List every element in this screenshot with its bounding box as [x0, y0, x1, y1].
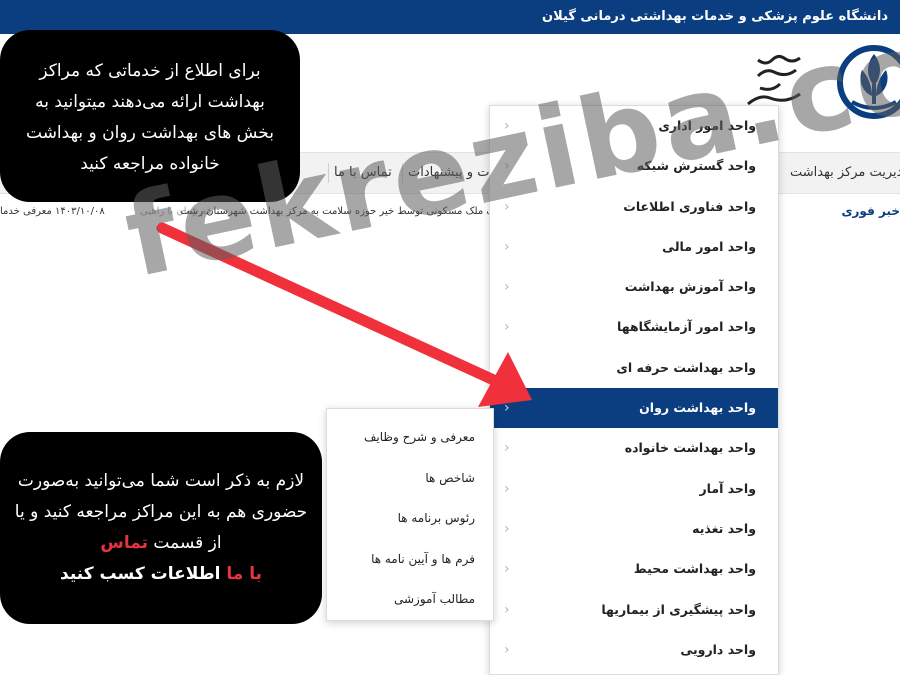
menu-item-unit[interactable]: واحد آمار ‹	[490, 469, 778, 509]
university-top-bar: دانشگاه علوم پزشکی و خدمات بهداشتی درمان…	[0, 0, 900, 34]
menu-item-label: واحد امور مالی	[662, 238, 756, 254]
menu-item-unit[interactable]: واحد پیشگیری از بیماریها ‹	[490, 590, 778, 630]
callout-info-bottom: لازم به ذکر است شما می‌توانید به‌صورت حض…	[0, 432, 322, 624]
units-dropdown-menu: واحد امور اداری ‹ واحد گسترش شبکه ‹ واحد فنا…	[489, 105, 779, 675]
chevron-left-icon: ‹	[504, 118, 510, 134]
menu-item-label: واحد بهداشت خانواده	[624, 440, 756, 456]
chevron-left-icon: ‹	[504, 641, 510, 658]
menu-item-unit[interactable]: واحد آموزش بهداشت ‹	[490, 267, 778, 307]
menu-item-label: واحد آمار	[699, 480, 756, 496]
university-title: دانشگاه علوم پزشکی و خدمات بهداشتی درمان…	[542, 9, 888, 24]
nav-item-contact-us[interactable]: تماس با ما	[334, 153, 392, 193]
menu-item-unit[interactable]: واحد بهداشت خانواده ‹	[490, 428, 778, 468]
callout-bottom-highlight-a: تماس	[100, 533, 149, 553]
menu-item-label: واحد بهداشت حرفه ای	[616, 359, 756, 375]
chevron-left-icon: ‹	[504, 440, 510, 457]
menu-item-label: واحد گسترش شبکه	[636, 158, 756, 174]
menu-item-label: واحد فناوری اطلاعات	[623, 198, 756, 214]
nav-separator	[402, 163, 403, 183]
menu-item-unit[interactable]: واحد امور اداری ‹	[490, 106, 778, 146]
nav-separator	[328, 163, 329, 183]
submenu-item[interactable]: فرم ها و آیین نامه ها	[327, 539, 493, 580]
menu-item-unit[interactable]: واحد بهداشت حرفه ای ‹	[490, 348, 778, 388]
chevron-left-icon: ‹	[504, 359, 510, 376]
ticker-news-date[interactable]: ۱۴۰۳/۱۰/۰۸ معرفی خدما	[0, 206, 105, 217]
chevron-left-icon: ‹	[504, 319, 510, 336]
callout-bottom-text-b: اطلاعات کسب کنید	[60, 564, 227, 584]
menu-item-unit[interactable]: واحد فناوری اطلاعات ‹	[490, 187, 778, 227]
chevron-left-icon: ‹	[504, 520, 510, 537]
ticker-news-item[interactable]: اهدای یک ملک مسکونی توسط خیر حوزه سلامت …	[180, 206, 525, 217]
submenu-item[interactable]: شاخص ها	[327, 458, 493, 499]
mental-health-submenu: معرفی و شرح وظایف شاخص ها رئوس برنامه ها فر…	[326, 408, 494, 621]
menu-item-label: واحد بهداشت محیط	[633, 561, 756, 577]
university-logo-icon[interactable]	[822, 40, 900, 140]
menu-item-label: واحد دارویی	[680, 641, 756, 657]
menu-item-unit[interactable]: واحد امور آزمایشگاهها ‹	[490, 307, 778, 347]
menu-item-label: واحد تغذیه	[692, 520, 756, 536]
menu-item-unit[interactable]: واحد بهداشت محیط ‹	[490, 549, 778, 589]
menu-item-unit[interactable]: واحد امور مالی ‹	[490, 227, 778, 267]
callout-bottom-text-a: لازم به ذکر است شما می‌توانید به‌صورت حض…	[14, 471, 308, 553]
chevron-left-icon: ‹	[504, 238, 510, 255]
chevron-left-icon: ‹	[504, 279, 510, 296]
menu-item-unit[interactable]: واحد گسترش شبکه ‹	[490, 146, 778, 186]
chevron-left-icon: ‹	[504, 158, 510, 175]
menu-item-unit[interactable]: واحد دارویی ‹	[490, 630, 778, 670]
chevron-left-icon: ‹	[504, 400, 510, 417]
nav-item-health-center-management[interactable]: مدیریت مرکز بهداشت	[790, 153, 900, 193]
chevron-left-icon: ‹	[504, 198, 510, 215]
menu-item-label: واحد بهداشت روان	[639, 400, 756, 416]
menu-item-label: واحد امور اداری	[658, 118, 756, 133]
menu-item-label: واحد امور آزمایشگاهها	[617, 319, 756, 335]
submenu-item[interactable]: معرفی و شرح وظایف	[327, 417, 493, 458]
ticker-label: خبر فوری	[841, 204, 900, 218]
callout-bottom-highlight-b: با ما	[226, 564, 262, 584]
submenu-item[interactable]: مطالب آموزشی	[327, 579, 493, 620]
menu-item-label: واحد پیشگیری از بیماریها	[601, 601, 756, 617]
chevron-left-icon: ‹	[504, 480, 510, 497]
chevron-left-icon: ‹	[504, 561, 510, 578]
chevron-left-icon: ‹	[504, 601, 510, 618]
submenu-item[interactable]: رئوس برنامه ها	[327, 498, 493, 539]
menu-item-unit[interactable]: واحد بهداشت روان ‹	[490, 388, 778, 429]
callout-top-text: برای اطلاع از خدماتی که مراکز بهداشت ارا…	[26, 61, 274, 174]
menu-item-unit[interactable]: واحد تغذیه ‹	[490, 509, 778, 549]
menu-item-label: واحد آموزش بهداشت	[624, 279, 756, 295]
callout-info-top: برای اطلاع از خدماتی که مراکز بهداشت ارا…	[0, 30, 300, 202]
